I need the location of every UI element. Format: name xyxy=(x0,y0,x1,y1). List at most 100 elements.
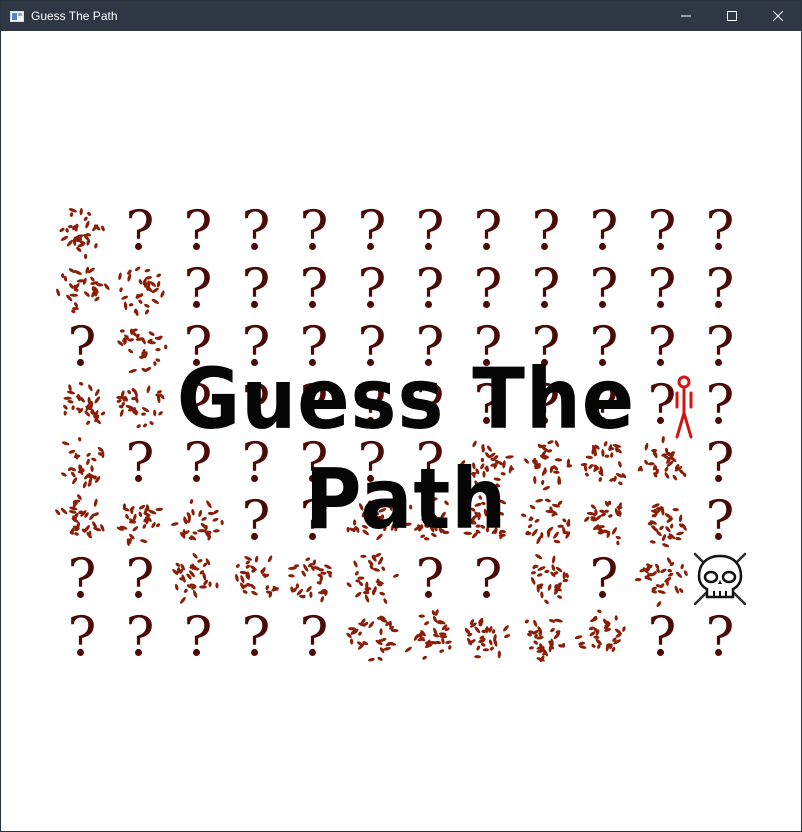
unknown-tile[interactable]: ? xyxy=(285,260,343,318)
unknown-tile[interactable]: ? xyxy=(401,550,459,608)
unknown-tile[interactable]: ? xyxy=(575,318,633,376)
unknown-tile[interactable]: ? xyxy=(575,260,633,318)
unknown-tile[interactable]: ? xyxy=(111,608,169,666)
unknown-tile[interactable]: ? xyxy=(575,376,633,434)
unknown-tile[interactable]: ? xyxy=(169,608,227,666)
path-tile[interactable] xyxy=(343,608,401,666)
unknown-tile[interactable]: ? xyxy=(53,318,111,376)
path-tile[interactable] xyxy=(169,550,227,608)
unknown-tile[interactable]: ? xyxy=(401,434,459,492)
minimize-button[interactable] xyxy=(663,1,709,31)
path-tile[interactable] xyxy=(517,434,575,492)
unknown-tile[interactable]: ? xyxy=(227,434,285,492)
path-tile[interactable] xyxy=(459,608,517,666)
path-tile[interactable] xyxy=(633,492,691,550)
unknown-tile[interactable]: ? xyxy=(285,608,343,666)
path-tile[interactable] xyxy=(575,434,633,492)
path-tile[interactable] xyxy=(517,492,575,550)
unknown-tile[interactable]: ? xyxy=(343,434,401,492)
unknown-tile[interactable]: ? xyxy=(227,260,285,318)
path-tile[interactable] xyxy=(459,492,517,550)
unknown-tile[interactable]: ? xyxy=(401,318,459,376)
path-tile[interactable] xyxy=(53,260,111,318)
path-tile[interactable] xyxy=(517,608,575,666)
path-tile[interactable] xyxy=(111,492,169,550)
path-tile[interactable] xyxy=(111,376,169,434)
path-tile[interactable] xyxy=(227,550,285,608)
unknown-tile[interactable]: ? xyxy=(53,550,111,608)
unknown-tile[interactable]: ? xyxy=(227,492,285,550)
unknown-tile[interactable]: ? xyxy=(459,318,517,376)
path-tile[interactable] xyxy=(53,376,111,434)
unknown-tile[interactable]: ? xyxy=(111,202,169,260)
unknown-tile[interactable]: ? xyxy=(169,376,227,434)
unknown-tile[interactable]: ? xyxy=(53,608,111,666)
unknown-tile[interactable]: ? xyxy=(575,550,633,608)
unknown-tile[interactable]: ? xyxy=(169,202,227,260)
close-button[interactable] xyxy=(755,1,801,31)
path-tile[interactable] xyxy=(575,492,633,550)
unknown-tile[interactable]: ? xyxy=(691,202,749,260)
unknown-tile[interactable]: ? xyxy=(285,492,343,550)
unknown-tile[interactable]: ? xyxy=(633,318,691,376)
unknown-tile[interactable]: ? xyxy=(285,202,343,260)
path-tile[interactable] xyxy=(53,492,111,550)
path-tile[interactable] xyxy=(53,202,111,260)
path-tile[interactable] xyxy=(343,492,401,550)
path-tile[interactable] xyxy=(53,434,111,492)
unknown-tile[interactable]: ? xyxy=(169,260,227,318)
maximize-button[interactable] xyxy=(709,1,755,31)
unknown-tile[interactable]: ? xyxy=(691,318,749,376)
unknown-tile[interactable]: ? xyxy=(285,318,343,376)
unknown-tile[interactable]: ? xyxy=(343,260,401,318)
unknown-tile[interactable]: ? xyxy=(343,202,401,260)
skull-tile[interactable] xyxy=(691,550,749,608)
unknown-tile[interactable]: ? xyxy=(517,376,575,434)
path-tile[interactable] xyxy=(459,434,517,492)
unknown-tile[interactable]: ? xyxy=(285,376,343,434)
unknown-tile[interactable]: ? xyxy=(401,202,459,260)
unknown-tile[interactable]: ? xyxy=(691,434,749,492)
unknown-tile[interactable]: ? xyxy=(227,608,285,666)
unknown-tile[interactable]: ? xyxy=(691,492,749,550)
unknown-tile[interactable]: ? xyxy=(633,202,691,260)
unknown-tile[interactable]: ? xyxy=(111,550,169,608)
unknown-tile[interactable]: ? xyxy=(691,608,749,666)
unknown-tile[interactable]: ? xyxy=(401,376,459,434)
unknown-tile[interactable]: ? xyxy=(343,376,401,434)
unknown-tile[interactable]: ? xyxy=(633,260,691,318)
path-tile[interactable] xyxy=(111,260,169,318)
unknown-tile[interactable]: ? xyxy=(111,434,169,492)
path-tile[interactable] xyxy=(343,550,401,608)
unknown-tile[interactable]: ? xyxy=(517,260,575,318)
unknown-tile[interactable]: ? xyxy=(459,550,517,608)
unknown-tile[interactable]: ? xyxy=(691,260,749,318)
unknown-tile[interactable]: ? xyxy=(691,376,749,434)
path-tile[interactable] xyxy=(517,550,575,608)
unknown-tile[interactable]: ? xyxy=(633,608,691,666)
unknown-tile[interactable]: ? xyxy=(169,318,227,376)
path-tile[interactable] xyxy=(111,318,169,376)
path-tile[interactable] xyxy=(575,608,633,666)
unknown-tile[interactable]: ? xyxy=(285,434,343,492)
path-tile[interactable] xyxy=(169,492,227,550)
title-bar[interactable]: Guess The Path xyxy=(1,1,801,31)
unknown-tile[interactable]: ? xyxy=(517,202,575,260)
game-board[interactable]: ????????????????????????????????????????… xyxy=(1,32,801,831)
path-tile[interactable] xyxy=(633,434,691,492)
path-tile[interactable] xyxy=(401,608,459,666)
unknown-tile[interactable]: ? xyxy=(227,318,285,376)
path-tile[interactable] xyxy=(285,550,343,608)
unknown-tile[interactable]: ? xyxy=(227,202,285,260)
path-tile[interactable] xyxy=(633,550,691,608)
unknown-tile[interactable]: ? xyxy=(227,376,285,434)
unknown-tile[interactable]: ? xyxy=(517,318,575,376)
unknown-tile[interactable]: ? xyxy=(459,376,517,434)
unknown-tile[interactable]: ? xyxy=(459,260,517,318)
unknown-tile[interactable]: ? xyxy=(459,202,517,260)
path-tile[interactable] xyxy=(401,492,459,550)
unknown-tile[interactable]: ? xyxy=(575,202,633,260)
unknown-tile[interactable]: ? xyxy=(633,376,691,434)
unknown-tile[interactable]: ? xyxy=(401,260,459,318)
unknown-tile[interactable]: ? xyxy=(169,434,227,492)
